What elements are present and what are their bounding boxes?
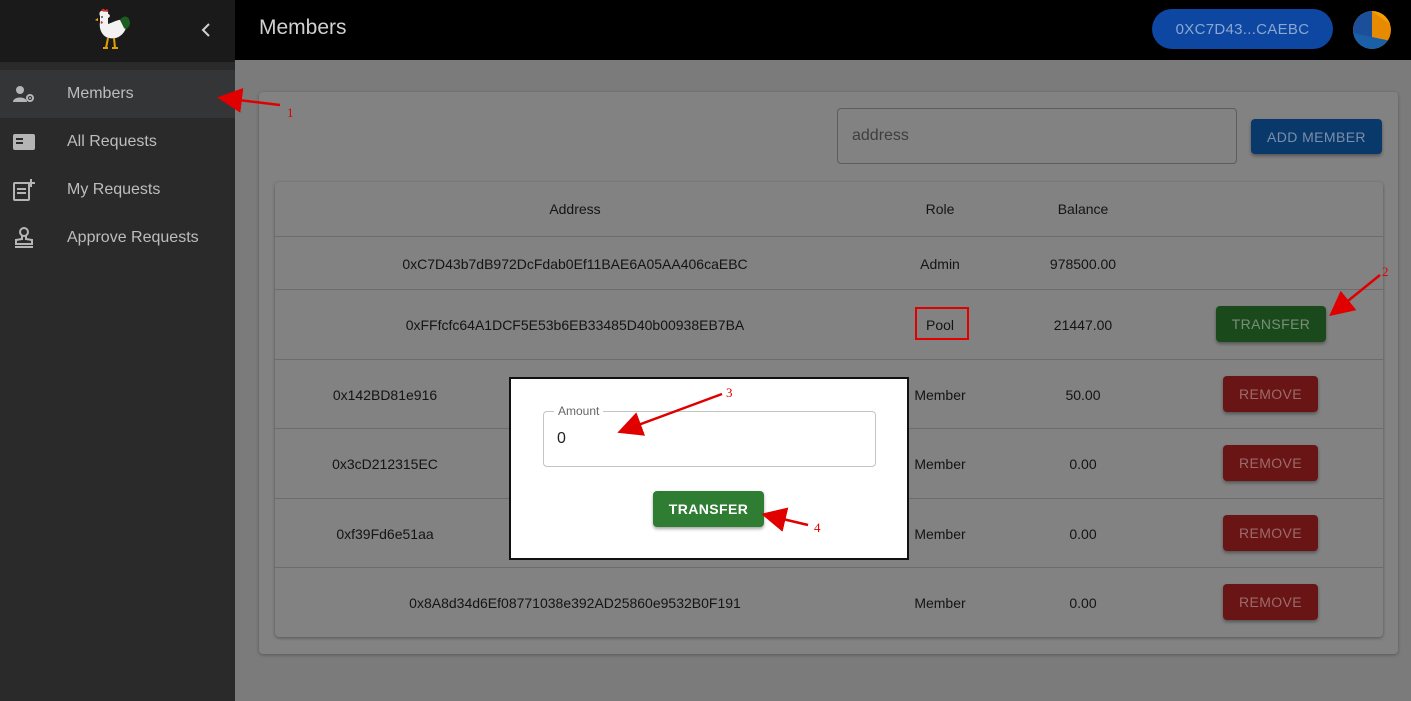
sidebar-item-members[interactable]: Members <box>0 70 235 118</box>
sidebar-item-label: My Requests <box>67 181 161 198</box>
table-row-role: Admin <box>920 256 960 272</box>
divider <box>275 236 1383 237</box>
table-row-address: 0x8A8d34d6Ef08771038e392AD25860e9532B0F1… <box>409 595 741 611</box>
members-panel: ADD MEMBER Address Role Balance 0xC7D43b… <box>259 92 1398 654</box>
header-address: Address <box>549 201 601 217</box>
remove-button[interactable]: REMOVE <box>1223 376 1318 412</box>
row-transfer-button[interactable]: TRANSFER <box>1216 306 1326 342</box>
rooster-logo <box>95 8 130 49</box>
table-row-balance: 0.00 <box>1069 526 1097 542</box>
sidebar-item-label: Members <box>67 85 134 102</box>
chevron-left-icon[interactable] <box>196 18 216 42</box>
amount-value: 0 <box>557 430 566 447</box>
header-role: Role <box>925 201 955 217</box>
table-row-balance: 978500.00 <box>1049 256 1117 272</box>
dialog-transfer-button[interactable]: TRANSFER <box>653 491 764 527</box>
table-row-balance: 50.00 <box>1065 387 1101 403</box>
sidebar-header <box>0 0 235 62</box>
top-bar: Members 0XC7D43...CAEBC <box>235 0 1411 60</box>
divider <box>275 567 1383 568</box>
amount-label: Amount <box>554 404 604 418</box>
remove-button[interactable]: REMOVE <box>1223 584 1318 620</box>
divider <box>275 289 1383 290</box>
table-row-role: Member <box>914 595 966 611</box>
identicon-avatar[interactable] <box>1353 11 1391 49</box>
header-balance: Balance <box>1057 201 1109 217</box>
divider <box>275 359 1383 360</box>
address-input[interactable] <box>837 108 1237 164</box>
sidebar-item-approve-requests[interactable]: Approve Requests <box>0 214 235 262</box>
table-row-address: 0xFFfcfc64A1DCF5E53b6EB33485D40b00938EB7… <box>405 317 745 333</box>
sidebar-item-label: All Requests <box>67 133 157 150</box>
transfer-dialog: Amount 0 TRANSFER <box>509 377 909 560</box>
sidebar-item-my-requests[interactable]: My Requests <box>0 166 235 214</box>
table-row-balance: 21447.00 <box>1053 317 1113 333</box>
sidebar: Members All Requests My Requests Approve… <box>0 0 235 701</box>
note-add-icon <box>12 178 36 202</box>
remove-button[interactable]: REMOVE <box>1223 515 1318 551</box>
add-member-button[interactable]: ADD MEMBER <box>1251 119 1382 154</box>
table-row-address: 0xC7D43b7dB972DcFdab0Ef11BAE6A05AA406caE… <box>402 256 748 272</box>
remove-button[interactable]: REMOVE <box>1223 445 1318 481</box>
table-row-balance: 0.00 <box>1069 456 1097 472</box>
card-list-icon <box>12 130 36 154</box>
sidebar-item-all-requests[interactable]: All Requests <box>0 118 235 166</box>
page-title: Members <box>259 16 347 39</box>
pool-highlight-box <box>915 307 969 340</box>
wallet-address-button[interactable]: 0XC7D43...CAEBC <box>1152 9 1333 49</box>
sidebar-item-label: Approve Requests <box>67 229 199 246</box>
amount-field[interactable]: Amount 0 <box>543 404 876 467</box>
table-row-balance: 0.00 <box>1069 595 1097 611</box>
stamp-icon <box>12 226 36 250</box>
user-gear-icon <box>12 82 36 106</box>
